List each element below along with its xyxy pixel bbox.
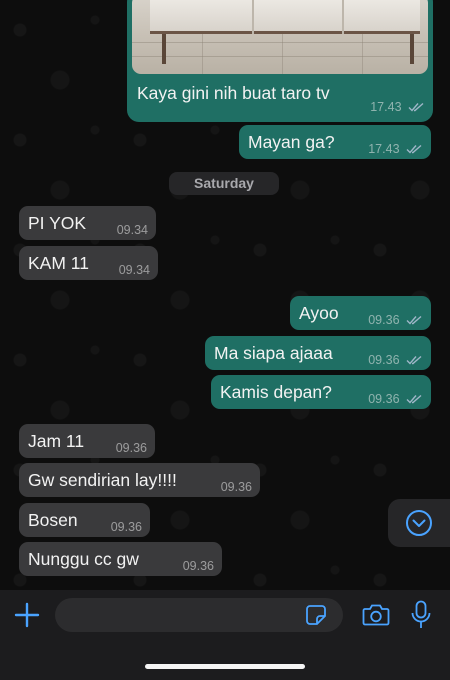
camera-icon[interactable] (362, 603, 390, 627)
scroll-to-bottom-button[interactable] (388, 499, 450, 547)
date-separator: Saturday (169, 172, 279, 195)
sticker-icon[interactable] (305, 604, 327, 626)
message-time: 09.34 (118, 263, 150, 277)
image-message-bubble[interactable]: Kaya gini nih buat taro tv 17.43 (127, 0, 433, 122)
message-time: 09.36 (110, 520, 142, 534)
message-bubble-out[interactable]: Kamis depan? 09.36 (211, 375, 431, 409)
message-text: KAM 11 (28, 253, 89, 273)
message-text: Gw sendirian lay!!!! (28, 470, 177, 490)
message-text: Nunggu cc gw (28, 549, 139, 569)
message-time: 09.36 (368, 392, 400, 406)
image-caption: Kaya gini nih buat taro tv (137, 83, 330, 103)
plus-icon[interactable] (14, 602, 40, 628)
message-time: 17.43 (368, 142, 400, 156)
chevron-down-circle-icon (406, 510, 432, 536)
message-bubble-in[interactable]: Jam 11 09.36 (19, 424, 155, 458)
message-bubble-out[interactable]: Ayoo 09.36 (290, 296, 431, 330)
message-time: 09.34 (116, 223, 148, 237)
message-bubble-in[interactable]: PI YOK 09.34 (19, 206, 156, 240)
microphone-icon[interactable] (410, 600, 432, 630)
message-time: 09.36 (115, 441, 147, 455)
message-bubble-in[interactable]: KAM 11 09.34 (19, 246, 158, 280)
message-time: 09.36 (368, 353, 400, 367)
message-composer (0, 590, 450, 680)
message-time: 09.36 (368, 313, 400, 327)
message-text: PI YOK (28, 213, 87, 233)
message-text: Ayoo (299, 303, 339, 323)
message-input[interactable] (55, 598, 343, 632)
message-text: Mayan ga? (248, 132, 335, 152)
message-bubble-out[interactable]: Mayan ga? 17.43 (239, 125, 431, 159)
message-time: 17.43 (370, 100, 402, 114)
home-indicator[interactable] (145, 664, 305, 669)
double-check-icon (406, 355, 422, 365)
message-text: Ma siapa ajaaa (214, 343, 333, 363)
message-time: 09.36 (220, 480, 252, 494)
message-time: 09.36 (182, 559, 214, 573)
message-bubble-in[interactable]: Gw sendirian lay!!!! 09.36 (19, 463, 260, 497)
chat-area[interactable]: Kaya gini nih buat taro tv 17.43 Mayan g… (0, 0, 450, 590)
message-bubble-in[interactable]: Bosen 09.36 (19, 503, 150, 537)
message-text: Jam 11 (28, 431, 85, 451)
message-text: Bosen (28, 510, 78, 530)
double-check-icon (408, 102, 424, 112)
double-check-icon (406, 144, 422, 154)
message-text: Kamis depan? (220, 382, 332, 402)
double-check-icon (406, 315, 422, 325)
message-bubble-out[interactable]: Ma siapa ajaaa 09.36 (205, 336, 431, 370)
double-check-icon (406, 394, 422, 404)
message-bubble-in[interactable]: Nunggu cc gw 09.36 (19, 542, 222, 576)
photo-thumbnail[interactable] (132, 0, 428, 74)
